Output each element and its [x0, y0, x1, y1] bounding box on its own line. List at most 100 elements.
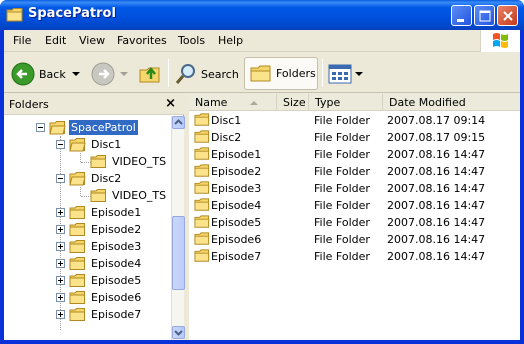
minimize-icon — [457, 19, 464, 22]
folders-pane-close-button[interactable]: × — [165, 96, 176, 111]
chevron-down-icon — [71, 72, 80, 76]
expand-icon[interactable] — [56, 225, 65, 234]
menu-favorites[interactable]: Favorites — [117, 34, 167, 47]
scroll-up-button[interactable] — [172, 116, 185, 129]
chevron-down-icon — [174, 330, 183, 336]
expand-icon[interactable] — [56, 293, 65, 302]
folder-icon — [194, 181, 210, 194]
back-button[interactable]: Back — [10, 59, 82, 89]
sort-ascending-icon — [250, 101, 258, 105]
menu-tools[interactable]: Tools — [178, 34, 205, 47]
tree-item-spacepatrol[interactable]: SpacePatrol — [36, 119, 138, 136]
menu-file[interactable]: File — [13, 34, 31, 47]
tree-item-disc2-video-ts[interactable]: VIDEO_TS — [90, 187, 168, 204]
expand-icon[interactable] — [56, 208, 65, 217]
toolbar-separator — [168, 59, 169, 87]
maximize-icon — [479, 10, 491, 22]
menu-edit[interactable]: Edit — [45, 34, 66, 47]
up-folder-icon — [139, 66, 160, 83]
folder-icon — [194, 113, 210, 126]
folders-pane: Folders × SpacePatrol Disc1 VIDEO_TS Dis… — [4, 94, 185, 340]
folder-icon — [194, 215, 210, 228]
chevron-up-icon — [174, 119, 183, 125]
file-row-disc1[interactable]: Disc1 File Folder 2007.08.17 09:14 — [189, 112, 520, 129]
tree-item-episode7[interactable]: Episode7 — [56, 306, 143, 323]
collapse-icon[interactable] — [56, 140, 65, 149]
expand-icon[interactable] — [56, 259, 65, 268]
search-button[interactable]: Search — [174, 59, 239, 89]
tree-item-disc1-video-ts[interactable]: VIDEO_TS — [90, 153, 168, 170]
column-header-name[interactable]: Name — [189, 94, 277, 111]
views-button[interactable] — [328, 59, 364, 89]
chevron-down-icon — [120, 72, 128, 76]
collapse-icon[interactable] — [36, 123, 45, 132]
file-row-episode2[interactable]: Episode2 File Folder 2007.08.16 14:47 — [189, 163, 520, 180]
tree-item-episode4[interactable]: Episode4 — [56, 255, 143, 272]
title-bar[interactable]: SpacePatrol — [0, 0, 524, 30]
menu-bar: File Edit View Favorites Tools Help — [4, 30, 520, 52]
chevron-down-icon — [355, 72, 363, 76]
column-header-size[interactable]: Size — [277, 94, 309, 111]
file-row-episode7[interactable]: Episode7 File Folder 2007.08.16 14:47 — [189, 248, 520, 265]
expand-icon[interactable] — [56, 276, 65, 285]
toolbar-separator — [322, 59, 323, 87]
window-title: SpacePatrol — [28, 6, 116, 21]
tree-connector — [80, 153, 81, 162]
folder-tree: SpacePatrol Disc1 VIDEO_TS Disc2 VIDEO_T… — [4, 116, 170, 340]
windows-logo-icon — [480, 30, 520, 52]
tree-item-episode6[interactable]: Episode6 — [56, 289, 143, 306]
folder-icon — [90, 154, 106, 168]
file-row-episode5[interactable]: Episode5 File Folder 2007.08.16 14:47 — [189, 214, 520, 231]
expand-icon[interactable] — [56, 242, 65, 251]
folder-icon — [194, 232, 210, 245]
file-row-episode1[interactable]: Episode1 File Folder 2007.08.16 14:47 — [189, 146, 520, 163]
folder-icon — [69, 222, 85, 236]
up-folder-button[interactable] — [138, 59, 162, 89]
forward-button[interactable] — [90, 59, 130, 89]
folder-icon — [194, 249, 210, 262]
file-row-episode6[interactable]: Episode6 File Folder 2007.08.16 14:47 — [189, 231, 520, 248]
maximize-button[interactable] — [474, 5, 495, 26]
back-arrow-icon — [11, 62, 35, 86]
folder-icon — [69, 239, 85, 253]
folders-pane-header: Folders × — [4, 94, 184, 115]
tree-item-episode3[interactable]: Episode3 — [56, 238, 143, 255]
file-row-episode3[interactable]: Episode3 File Folder 2007.08.16 14:47 — [189, 180, 520, 197]
toolbar: Back Search Folders — [4, 53, 520, 93]
close-icon — [503, 11, 513, 21]
menu-view[interactable]: View — [79, 34, 105, 47]
tree-item-disc1[interactable]: Disc1 — [56, 136, 123, 153]
tree-item-episode5[interactable]: Episode5 — [56, 272, 143, 289]
window-body: File Edit View Favorites Tools Help Back… — [4, 30, 520, 340]
folder-open-icon — [69, 171, 86, 185]
folders-button[interactable]: Folders — [244, 57, 318, 90]
tree-item-episode1[interactable]: Episode1 — [56, 204, 143, 221]
forward-arrow-icon — [91, 62, 115, 86]
expand-icon[interactable] — [56, 310, 65, 319]
folder-icon — [194, 147, 210, 160]
scroll-thumb[interactable] — [172, 216, 185, 290]
file-row-disc2[interactable]: Disc2 File Folder 2007.08.17 09:15 — [189, 129, 520, 146]
file-row-episode4[interactable]: Episode4 File Folder 2007.08.16 14:47 — [189, 197, 520, 214]
menu-help[interactable]: Help — [218, 34, 243, 47]
folder-open-icon — [49, 120, 66, 134]
folder-icon — [6, 8, 23, 22]
close-button[interactable] — [497, 5, 518, 26]
tree-item-disc2[interactable]: Disc2 — [56, 170, 123, 187]
minimize-button[interactable] — [451, 5, 472, 26]
folders-icon — [250, 65, 271, 81]
collapse-icon[interactable] — [56, 174, 65, 183]
folder-icon — [69, 273, 85, 287]
folder-icon — [69, 256, 85, 270]
column-header-date-modified[interactable]: Date Modified — [383, 94, 520, 111]
scroll-down-button[interactable] — [172, 326, 185, 339]
folder-icon — [194, 130, 210, 143]
column-header-type[interactable]: Type — [309, 94, 383, 111]
folder-icon — [194, 198, 210, 211]
folders-pane-title: Folders — [9, 98, 49, 111]
folder-icon — [69, 307, 85, 321]
folders-scrollbar[interactable] — [171, 116, 185, 340]
tree-item-episode2[interactable]: Episode2 — [56, 221, 143, 238]
file-list-pane: Name Size Type Date Modified Disc1 File … — [189, 94, 520, 340]
folder-icon — [69, 290, 85, 304]
